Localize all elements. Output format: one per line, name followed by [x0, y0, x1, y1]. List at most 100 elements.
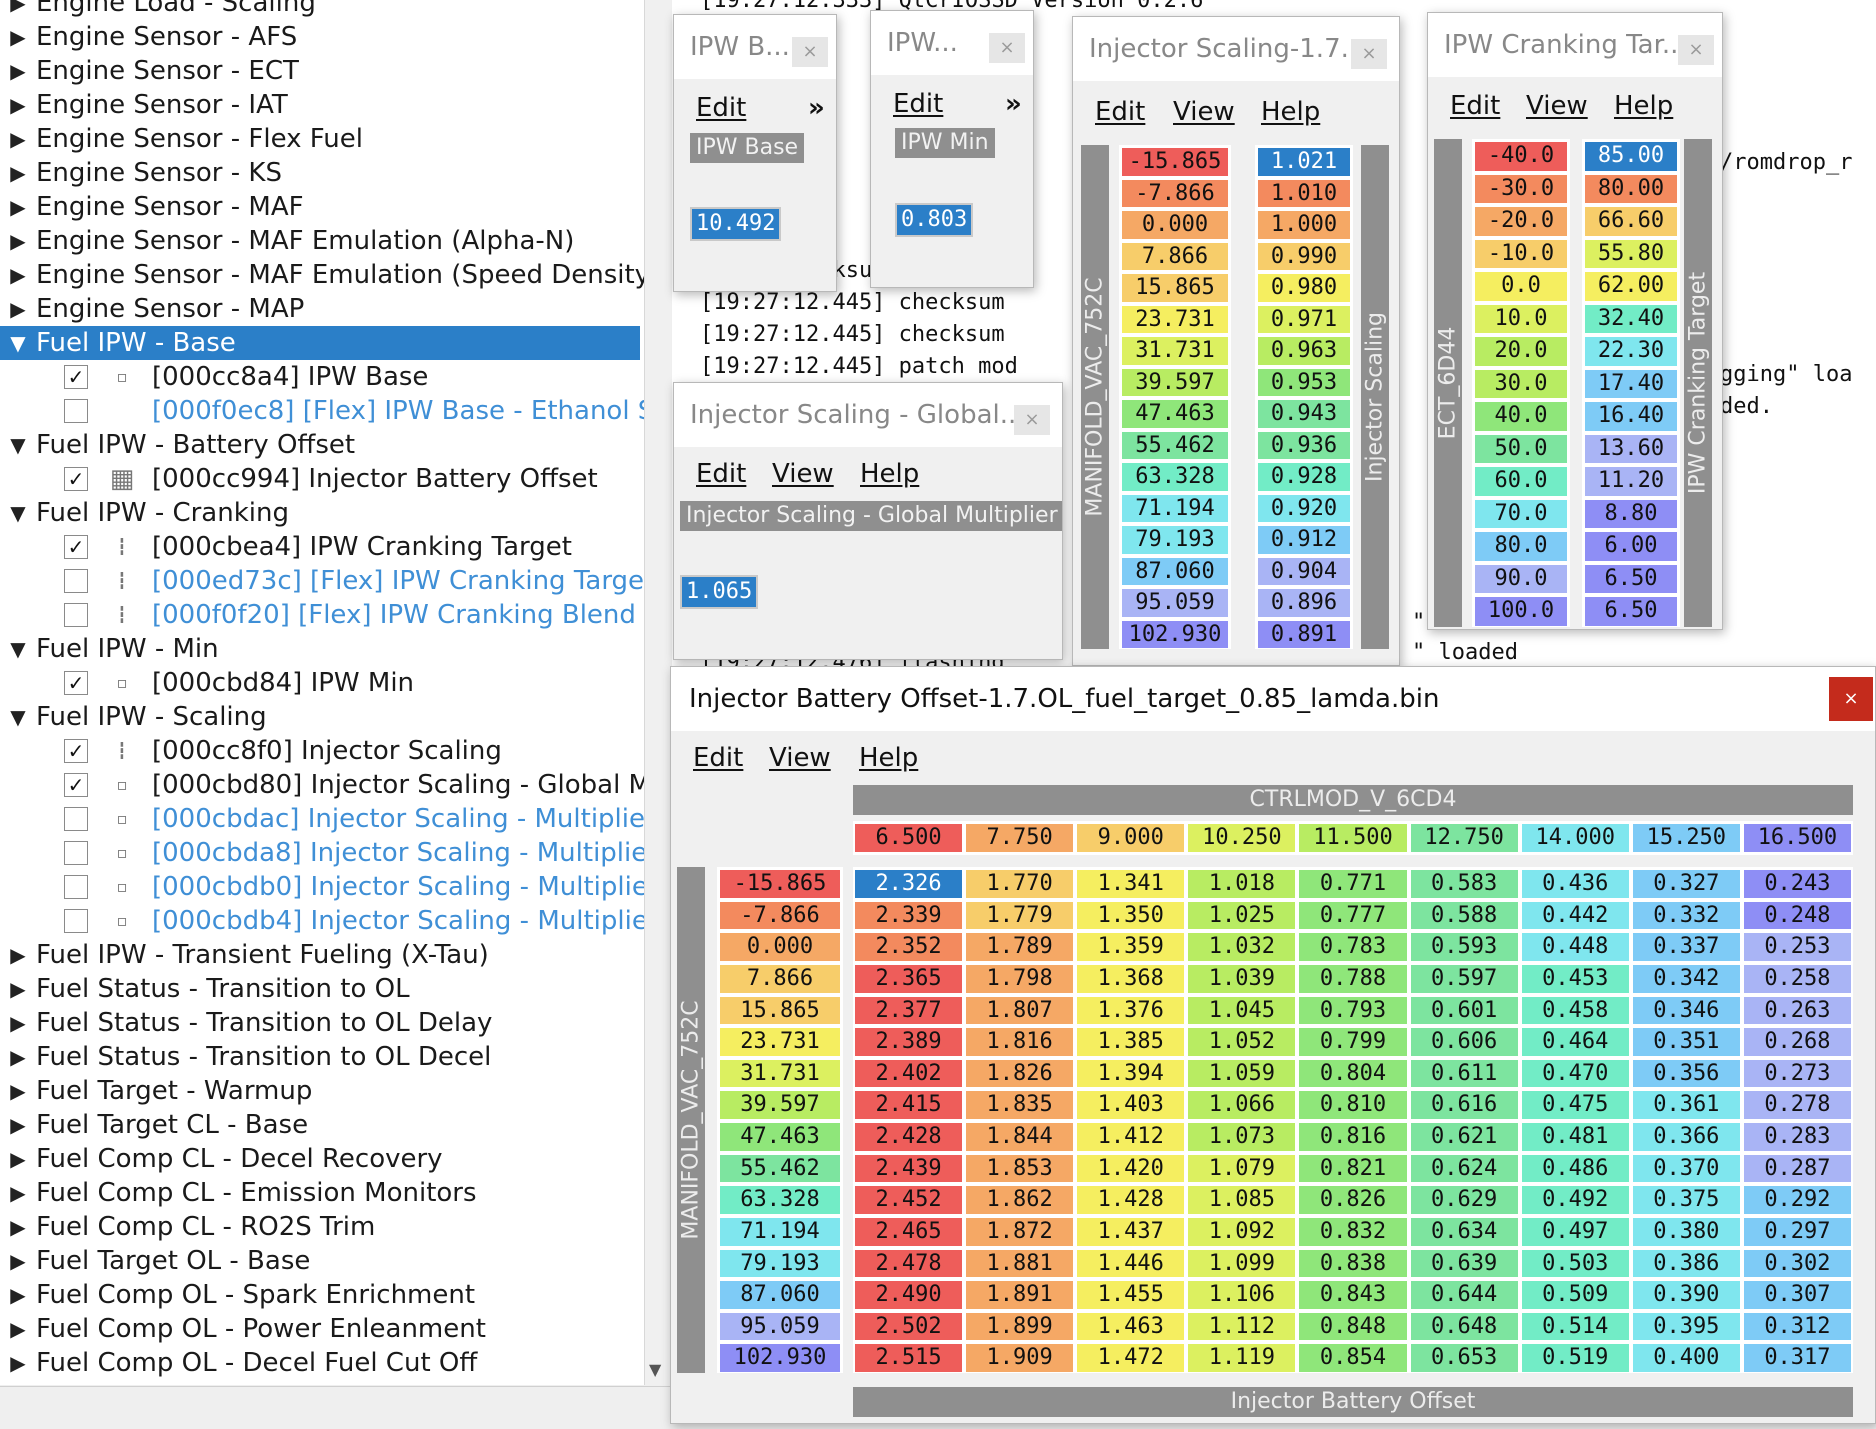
close-icon[interactable]: × — [1678, 35, 1714, 65]
menu-view[interactable]: View — [772, 459, 834, 489]
axis-cell[interactable]: 23.731 — [1122, 305, 1228, 333]
table-cell[interactable]: 1.368 — [1077, 964, 1185, 993]
x-axis-cell[interactable]: 16.500 — [1743, 824, 1851, 852]
tree-item[interactable]: ✓ ▫ [000cbd84] IPW Min — [0, 666, 640, 700]
table-cell[interactable]: 2.377 — [855, 996, 963, 1025]
table-cell[interactable]: 0.624 — [1410, 1154, 1518, 1183]
axis-cell[interactable]: 87.060 — [1122, 557, 1228, 585]
table-cell[interactable]: 0.639 — [1410, 1249, 1518, 1278]
axis-cell[interactable]: 50.0 — [1475, 434, 1567, 464]
table-cell[interactable]: 0.346 — [1632, 996, 1740, 1025]
y-axis-cell[interactable]: 23.731 — [720, 1028, 840, 1056]
table-cell[interactable]: 0.492 — [1521, 1186, 1629, 1214]
table-cell[interactable]: 1.092 — [1188, 1217, 1296, 1246]
table-cell[interactable]: 1.385 — [1077, 1028, 1185, 1056]
y-axis-cell[interactable]: -7.866 — [720, 901, 840, 930]
y-axis-cell[interactable]: 55.462 — [720, 1154, 840, 1183]
checkbox[interactable]: ✓ — [64, 773, 88, 797]
tree-category[interactable]: ▶ Engine Sensor - MAF — [0, 190, 640, 224]
axis-cell[interactable]: 0.000 — [1122, 211, 1228, 239]
chevron-right-icon[interactable]: ▶ — [6, 292, 30, 326]
table-cell[interactable]: 1.455 — [1077, 1281, 1185, 1309]
checkbox[interactable] — [64, 841, 88, 865]
table-cell[interactable]: 0.771 — [1299, 870, 1407, 898]
table-cell[interactable]: 0.629 — [1410, 1186, 1518, 1214]
chevron-right-icon[interactable]: ▶ — [6, 1006, 30, 1040]
table-cell[interactable]: 0.370 — [1632, 1154, 1740, 1183]
x-axis-cell[interactable]: 11.500 — [1299, 824, 1407, 852]
checkbox[interactable]: ✓ — [64, 535, 88, 559]
window-titlebar[interactable]: Injector Scaling - Global... × — [674, 383, 1062, 447]
tree-item[interactable]: ✓ ┇ [000cbea4] IPW Cranking Target — [0, 530, 640, 564]
axis-cell[interactable]: 90.0 — [1475, 564, 1567, 594]
value-cell[interactable]: 0.953 — [1258, 368, 1350, 396]
table-cell[interactable]: 1.112 — [1188, 1312, 1296, 1341]
chevron-right-icon[interactable]: ▶ — [6, 122, 30, 156]
chevron-right-icon[interactable]: ▶ — [6, 1244, 30, 1278]
x-axis-cell[interactable]: 6.500 — [855, 824, 963, 852]
table-cell[interactable]: 0.312 — [1743, 1312, 1851, 1341]
table-cell[interactable]: 0.283 — [1743, 1123, 1851, 1151]
table-cell[interactable]: 1.403 — [1077, 1091, 1185, 1119]
axis-cell[interactable]: -30.0 — [1475, 174, 1567, 204]
axis-cell[interactable]: 63.328 — [1122, 463, 1228, 491]
value-cell[interactable]: 0.904 — [1258, 557, 1350, 585]
chevron-right-icon[interactable]: ▶ — [6, 1312, 30, 1346]
table-cell[interactable]: 0.486 — [1521, 1154, 1629, 1183]
axis-cell[interactable]: 60.0 — [1475, 467, 1567, 496]
table-cell[interactable]: 1.472 — [1077, 1344, 1185, 1372]
value-cell[interactable]: 11.20 — [1585, 467, 1677, 496]
table-cell[interactable]: 0.838 — [1299, 1249, 1407, 1278]
value-cell[interactable]: 80.00 — [1585, 174, 1677, 204]
tree-category[interactable]: ▶ Fuel Comp CL - Emission Monitors — [0, 1176, 640, 1210]
tree-category[interactable]: ▶ Fuel Target OL - Base — [0, 1244, 640, 1278]
table-cell[interactable]: 1.798 — [966, 964, 1074, 993]
chevron-down-icon[interactable]: ▼ — [6, 326, 30, 360]
table-cell[interactable]: 0.514 — [1521, 1312, 1629, 1341]
table-cell[interactable]: 2.452 — [855, 1186, 963, 1214]
table-cell[interactable]: 0.621 — [1410, 1123, 1518, 1151]
window-titlebar[interactable]: IPW Cranking Tar... × — [1428, 13, 1722, 77]
axis-cell[interactable]: -20.0 — [1475, 207, 1567, 236]
table-cell[interactable]: 1.446 — [1077, 1249, 1185, 1278]
y-axis-cell[interactable]: 95.059 — [720, 1312, 840, 1341]
table-cell[interactable]: 1.119 — [1188, 1344, 1296, 1372]
table-cell[interactable]: 1.018 — [1188, 870, 1296, 898]
axis-cell[interactable]: 15.865 — [1122, 274, 1228, 302]
table-cell[interactable]: 1.881 — [966, 1249, 1074, 1278]
tree-category[interactable]: ▶ Engine Sensor - IAT — [0, 88, 640, 122]
table-cell[interactable]: 1.099 — [1188, 1249, 1296, 1278]
table-cell[interactable]: 1.807 — [966, 996, 1074, 1025]
table-cell[interactable]: 1.025 — [1188, 901, 1296, 930]
axis-cell[interactable]: 7.866 — [1122, 242, 1228, 270]
table-cell[interactable]: 0.597 — [1410, 964, 1518, 993]
value-cell[interactable]: 32.40 — [1585, 304, 1677, 334]
table-cell[interactable]: 2.326 — [855, 870, 963, 898]
menu-overflow-icon[interactable]: » — [1005, 89, 1022, 119]
axis-cell[interactable]: -10.0 — [1475, 239, 1567, 269]
table-cell[interactable]: 1.045 — [1188, 996, 1296, 1025]
table-cell[interactable]: 0.287 — [1743, 1154, 1851, 1183]
value-cell[interactable]: 1.010 — [1258, 179, 1350, 207]
table-cell[interactable]: 1.059 — [1188, 1059, 1296, 1088]
table-cell[interactable]: 1.079 — [1188, 1154, 1296, 1183]
tree-item[interactable]: ✓ ┇ [000cc8f0] Injector Scaling — [0, 734, 640, 768]
axis-cell[interactable]: 47.463 — [1122, 400, 1228, 428]
x-axis-cell[interactable]: 14.000 — [1521, 824, 1629, 852]
value-cell[interactable]: 0.990 — [1258, 242, 1350, 270]
table-cell[interactable]: 0.832 — [1299, 1217, 1407, 1246]
table-cell[interactable]: 0.783 — [1299, 933, 1407, 961]
ipw-base-window[interactable]: IPW B... × Edit » IPW Base 10.492 — [673, 14, 837, 292]
table-cell[interactable]: 0.327 — [1632, 870, 1740, 898]
checkbox[interactable] — [64, 569, 88, 593]
table-cell[interactable]: 0.593 — [1410, 933, 1518, 961]
tree-category[interactable]: ▶ Fuel Comp CL - Decel Recovery — [0, 1142, 640, 1176]
window-titlebar[interactable]: IPW B... × — [674, 15, 836, 79]
table-cell[interactable]: 0.307 — [1743, 1281, 1851, 1309]
value-cell[interactable]: 6.50 — [1585, 597, 1677, 626]
table-cell[interactable]: 1.891 — [966, 1281, 1074, 1309]
menu-edit[interactable]: Edit — [693, 743, 743, 773]
chevron-right-icon[interactable]: ▶ — [6, 1040, 30, 1074]
table-cell[interactable]: 0.503 — [1521, 1249, 1629, 1278]
chevron-right-icon[interactable]: ▶ — [6, 1210, 30, 1244]
